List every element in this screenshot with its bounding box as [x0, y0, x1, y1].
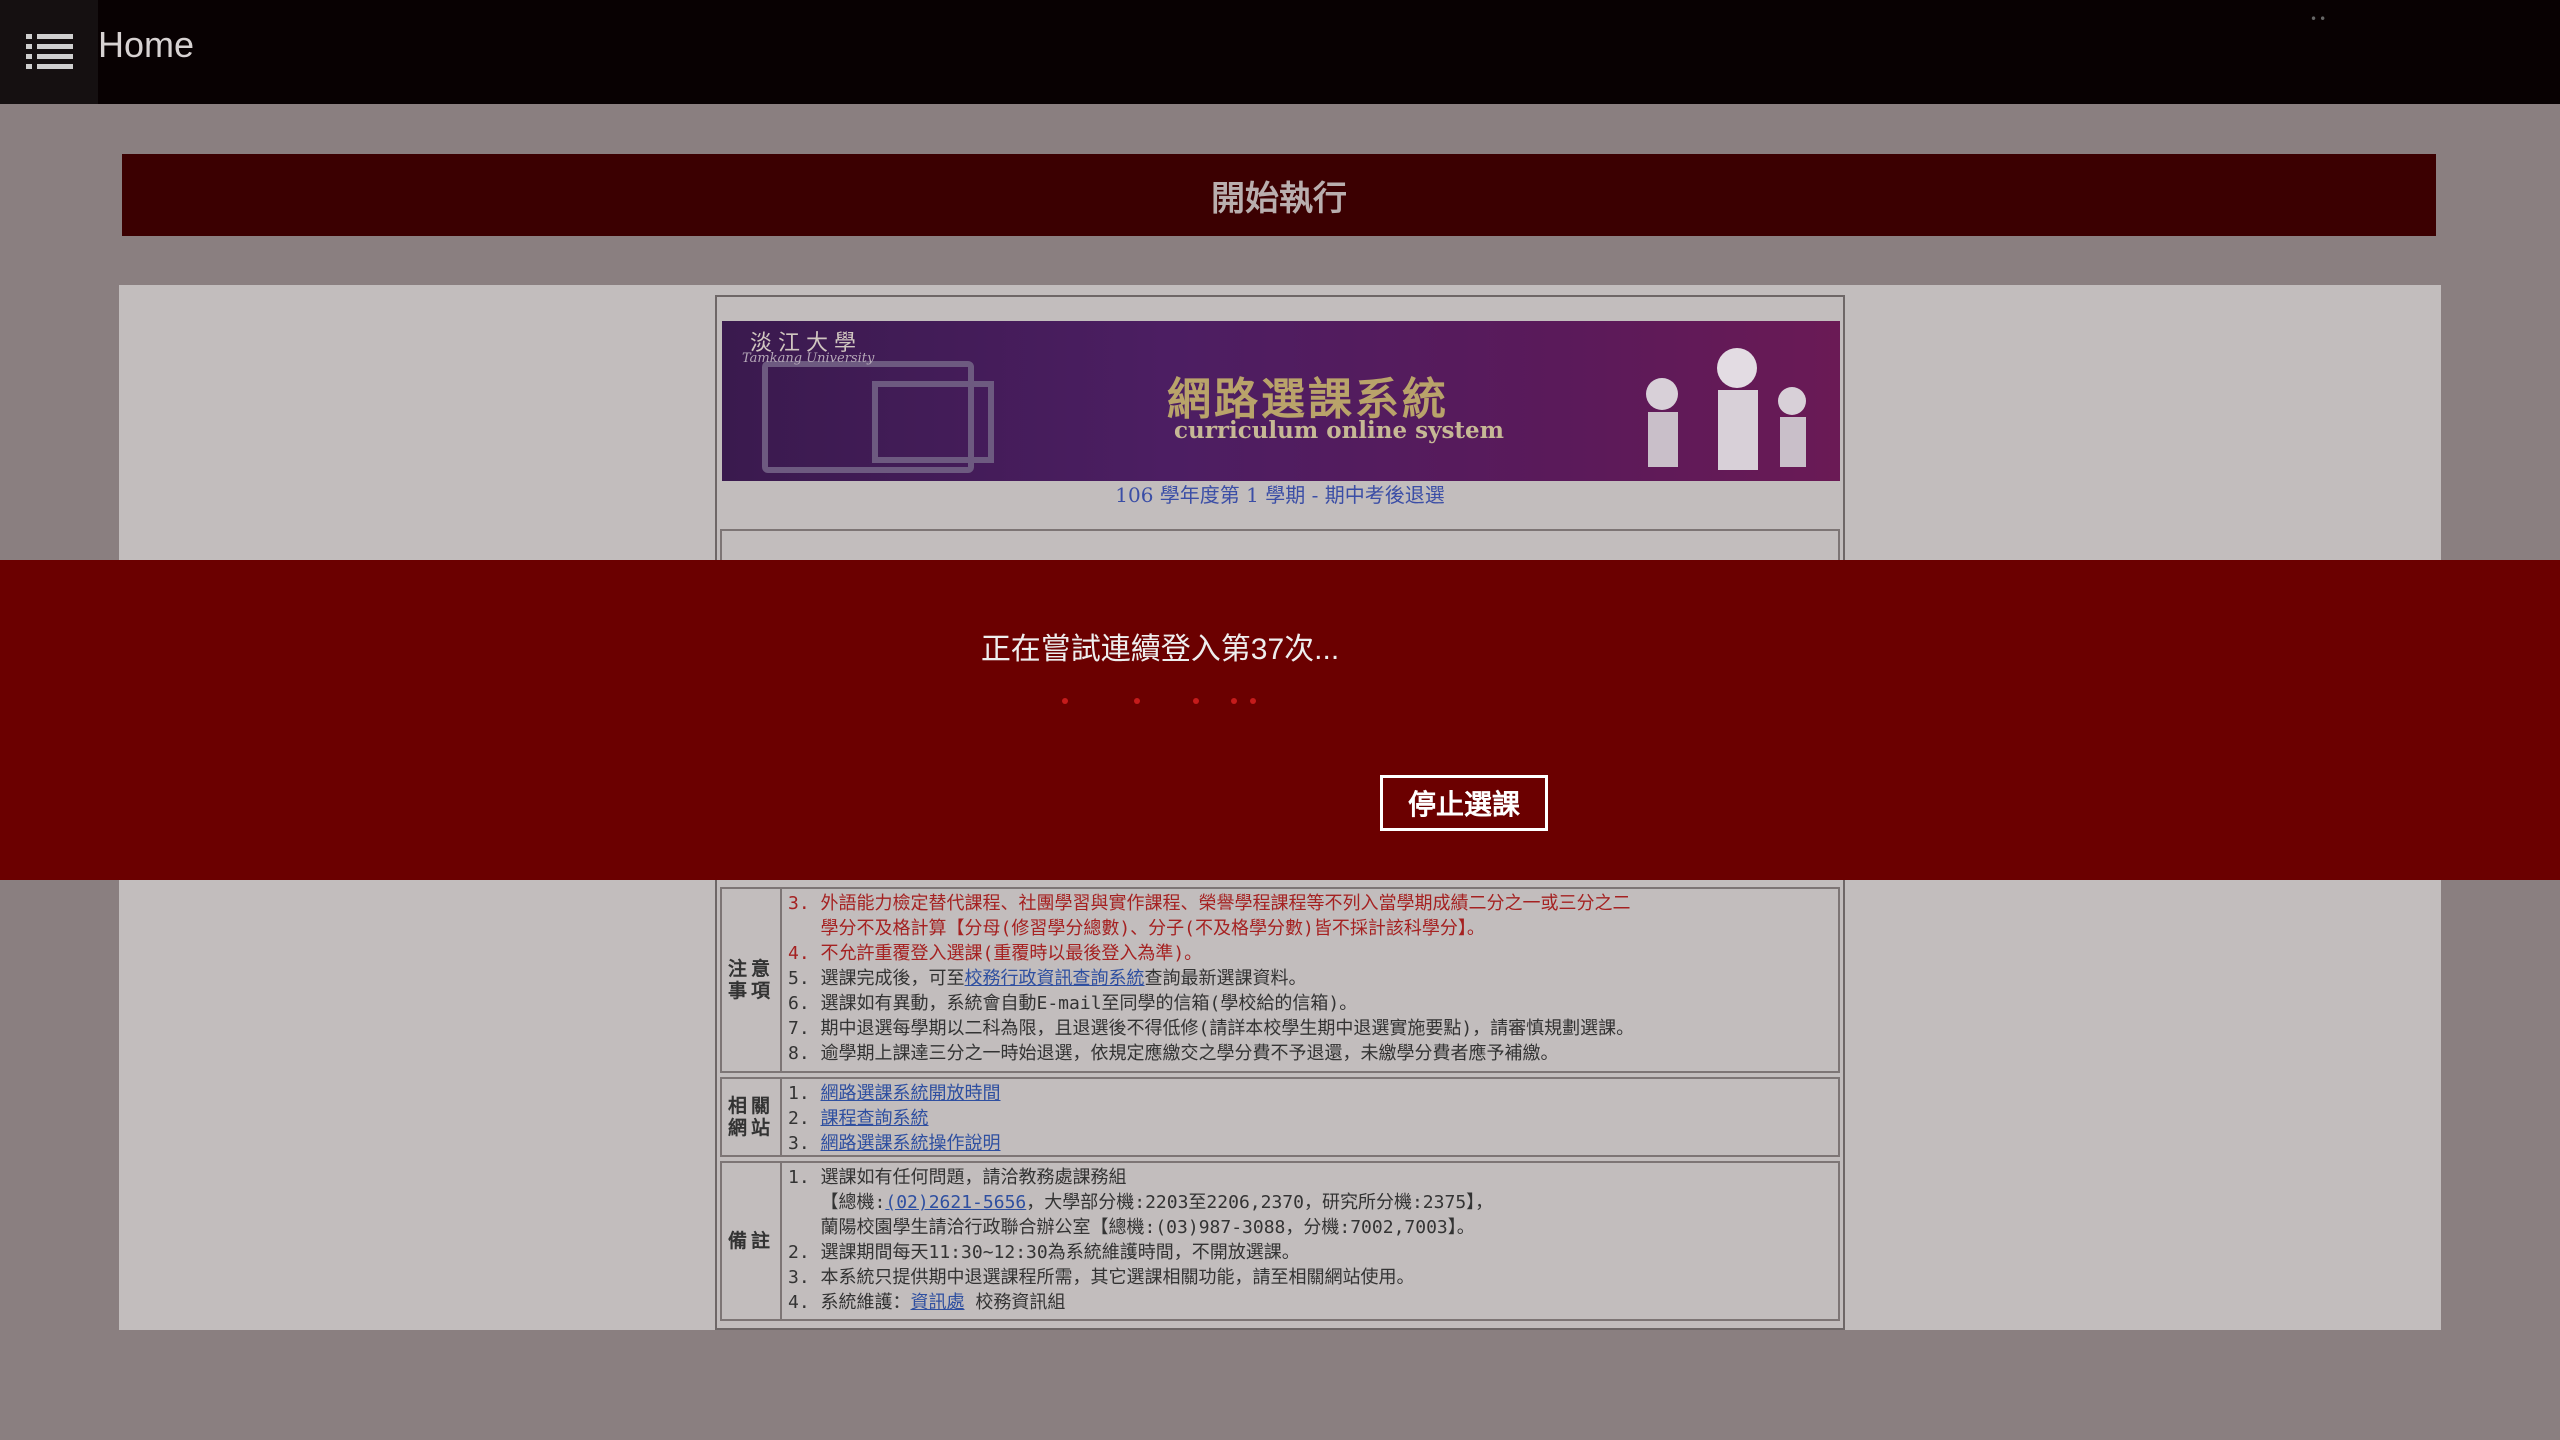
it-office-link[interactable]: 資訊處: [911, 1292, 965, 1313]
remarks-body: 1. 選課如有任何問題，請洽教務處課務組 【總機:(02)2621-5656，大…: [788, 1165, 1834, 1315]
note-item: 5. 選課完成後，可至校務行政資訊查詢系統查詢最新選課資料。: [788, 966, 1834, 991]
remarks-label-text: 備註: [727, 1230, 774, 1252]
banner-decoration: [872, 381, 994, 463]
remark-text: ，大學部分機:2203至2206,2370，研究所分機:2375】，: [1026, 1192, 1494, 1213]
notes-label: 注意事項: [722, 889, 782, 1071]
links-label: 相關網站: [722, 1079, 782, 1155]
students-illustration-icon: [1646, 348, 1806, 470]
loading-dot: [1231, 698, 1237, 704]
admin-info-query-link[interactable]: 校務行政資訊查詢系統: [965, 968, 1145, 989]
remark-item: 【總機:(02)2621-5656，大學部分機:2203至2206,2370，研…: [788, 1190, 1834, 1215]
remark-item: 2. 選課期間每天11:30~12:30為系統維護時間，不開放選課。: [788, 1242, 1300, 1263]
login-attempt-message: 正在嘗試連續登入第37次...: [980, 633, 1340, 666]
system-banner: 淡江大學 Tamkang University 網路選課系統 curriculu…: [722, 321, 1840, 481]
links-label-text: 相關網站: [728, 1095, 775, 1139]
note-item: 6. 選課如有異動，系統會自動E-mail至同學的信箱(學校給的信箱)。: [788, 993, 1358, 1014]
notes-label-text: 注意事項: [728, 958, 775, 1002]
loading-dot: [1193, 698, 1199, 704]
link-item: 1. 網路選課系統開放時間: [788, 1083, 1001, 1104]
window-dots: ••: [2310, 12, 2329, 26]
list-menu-icon: [26, 34, 73, 69]
remarks-label: 備註: [722, 1163, 782, 1319]
term-label: 106 學年度第 1 學期 - 期中考後退選: [1115, 483, 1445, 507]
note-text: 查詢最新選課資料。: [1144, 968, 1307, 989]
notes-section: 注意事項 3. 外語能力檢定替代課程、社團學習與實作課程、榮譽學程課程等不列入當…: [720, 887, 1840, 1073]
remark-item: 3. 本系統只提供期中退選課程所需，其它選課相關功能，請至相關網站使用。: [788, 1267, 1415, 1288]
link-item: 2. 課程查詢系統: [788, 1108, 929, 1129]
operation-guide-link[interactable]: 網路選課系統操作說明: [821, 1133, 1001, 1154]
run-header[interactable]: 開始執行: [122, 154, 2436, 236]
related-links-section: 相關網站 1. 網路選課系統開放時間 2. 課程查詢系統 3. 網路選課系統操作說明: [720, 1077, 1840, 1157]
open-time-link[interactable]: 網路選課系統開放時間: [821, 1083, 1001, 1104]
remark-item: 蘭陽校園學生請洽行政聯合辦公室【總機:(03)987-3088，分機:7002,…: [788, 1217, 1475, 1238]
link-item: 3. 網路選課系統操作說明: [788, 1133, 1001, 1154]
remarks-section: 備註 1. 選課如有任何問題，請洽教務處課務組 【總機:(02)2621-565…: [720, 1161, 1840, 1321]
page-title: Home: [98, 24, 195, 65]
loading-dot: [1062, 698, 1068, 704]
links-body: 1. 網路選課系統開放時間 2. 課程查詢系統 3. 網路選課系統操作說明: [788, 1081, 1834, 1156]
notes-body: 3. 外語能力檢定替代課程、社團學習與實作課程、榮譽學程課程等不列入當學期成績二…: [788, 891, 1834, 1066]
note-item: 學分不及格計算【分母(修習學分總數)、分子(不及格學分數)皆不採計該科學分】。: [788, 918, 1485, 939]
top-bar: Home ••: [0, 0, 2560, 104]
remark-text: 【總機:: [788, 1192, 886, 1213]
note-item: 8. 逾學期上課達三分之一時始退選，依規定應繳交之學分費不予退還，未繳學分費者應…: [788, 1043, 1559, 1064]
system-subtitle: curriculum online system: [1174, 417, 1504, 444]
loading-dots-icon: [1060, 698, 1260, 708]
remark-item: 1. 選課如有任何問題，請洽教務處課務組: [788, 1167, 1127, 1188]
university-name-en: Tamkang University: [742, 351, 875, 366]
login-progress-overlay: 正在嘗試連續登入第37次... 停止選課: [0, 560, 2560, 880]
course-query-link[interactable]: 課程查詢系統: [821, 1108, 929, 1129]
note-item: 3. 外語能力檢定替代課程、社團學習與實作課程、榮譽學程課程等不列入當學期成績二…: [788, 893, 1631, 914]
loading-dot: [1250, 698, 1256, 704]
phone-link[interactable]: (02)2621-5656: [885, 1192, 1026, 1213]
note-item: 7. 期中退選每學期以二科為限，且退選後不得低修(請詳本校學生期中退選實施要點)…: [788, 1018, 1635, 1039]
remark-item: 4. 系統維護：資訊處 校務資訊組: [788, 1290, 1834, 1315]
menu-button[interactable]: [0, 0, 98, 104]
remark-text: 校務資訊組: [964, 1292, 1066, 1313]
remark-text: 4. 系統維護：: [788, 1292, 911, 1313]
loading-dot: [1134, 698, 1140, 704]
note-item: 4. 不允許重覆登入選課(重覆時以最後登入為準)。: [788, 943, 1203, 964]
stop-selection-button[interactable]: 停止選課: [1380, 775, 1548, 831]
note-text: 5. 選課完成後，可至: [788, 968, 965, 989]
